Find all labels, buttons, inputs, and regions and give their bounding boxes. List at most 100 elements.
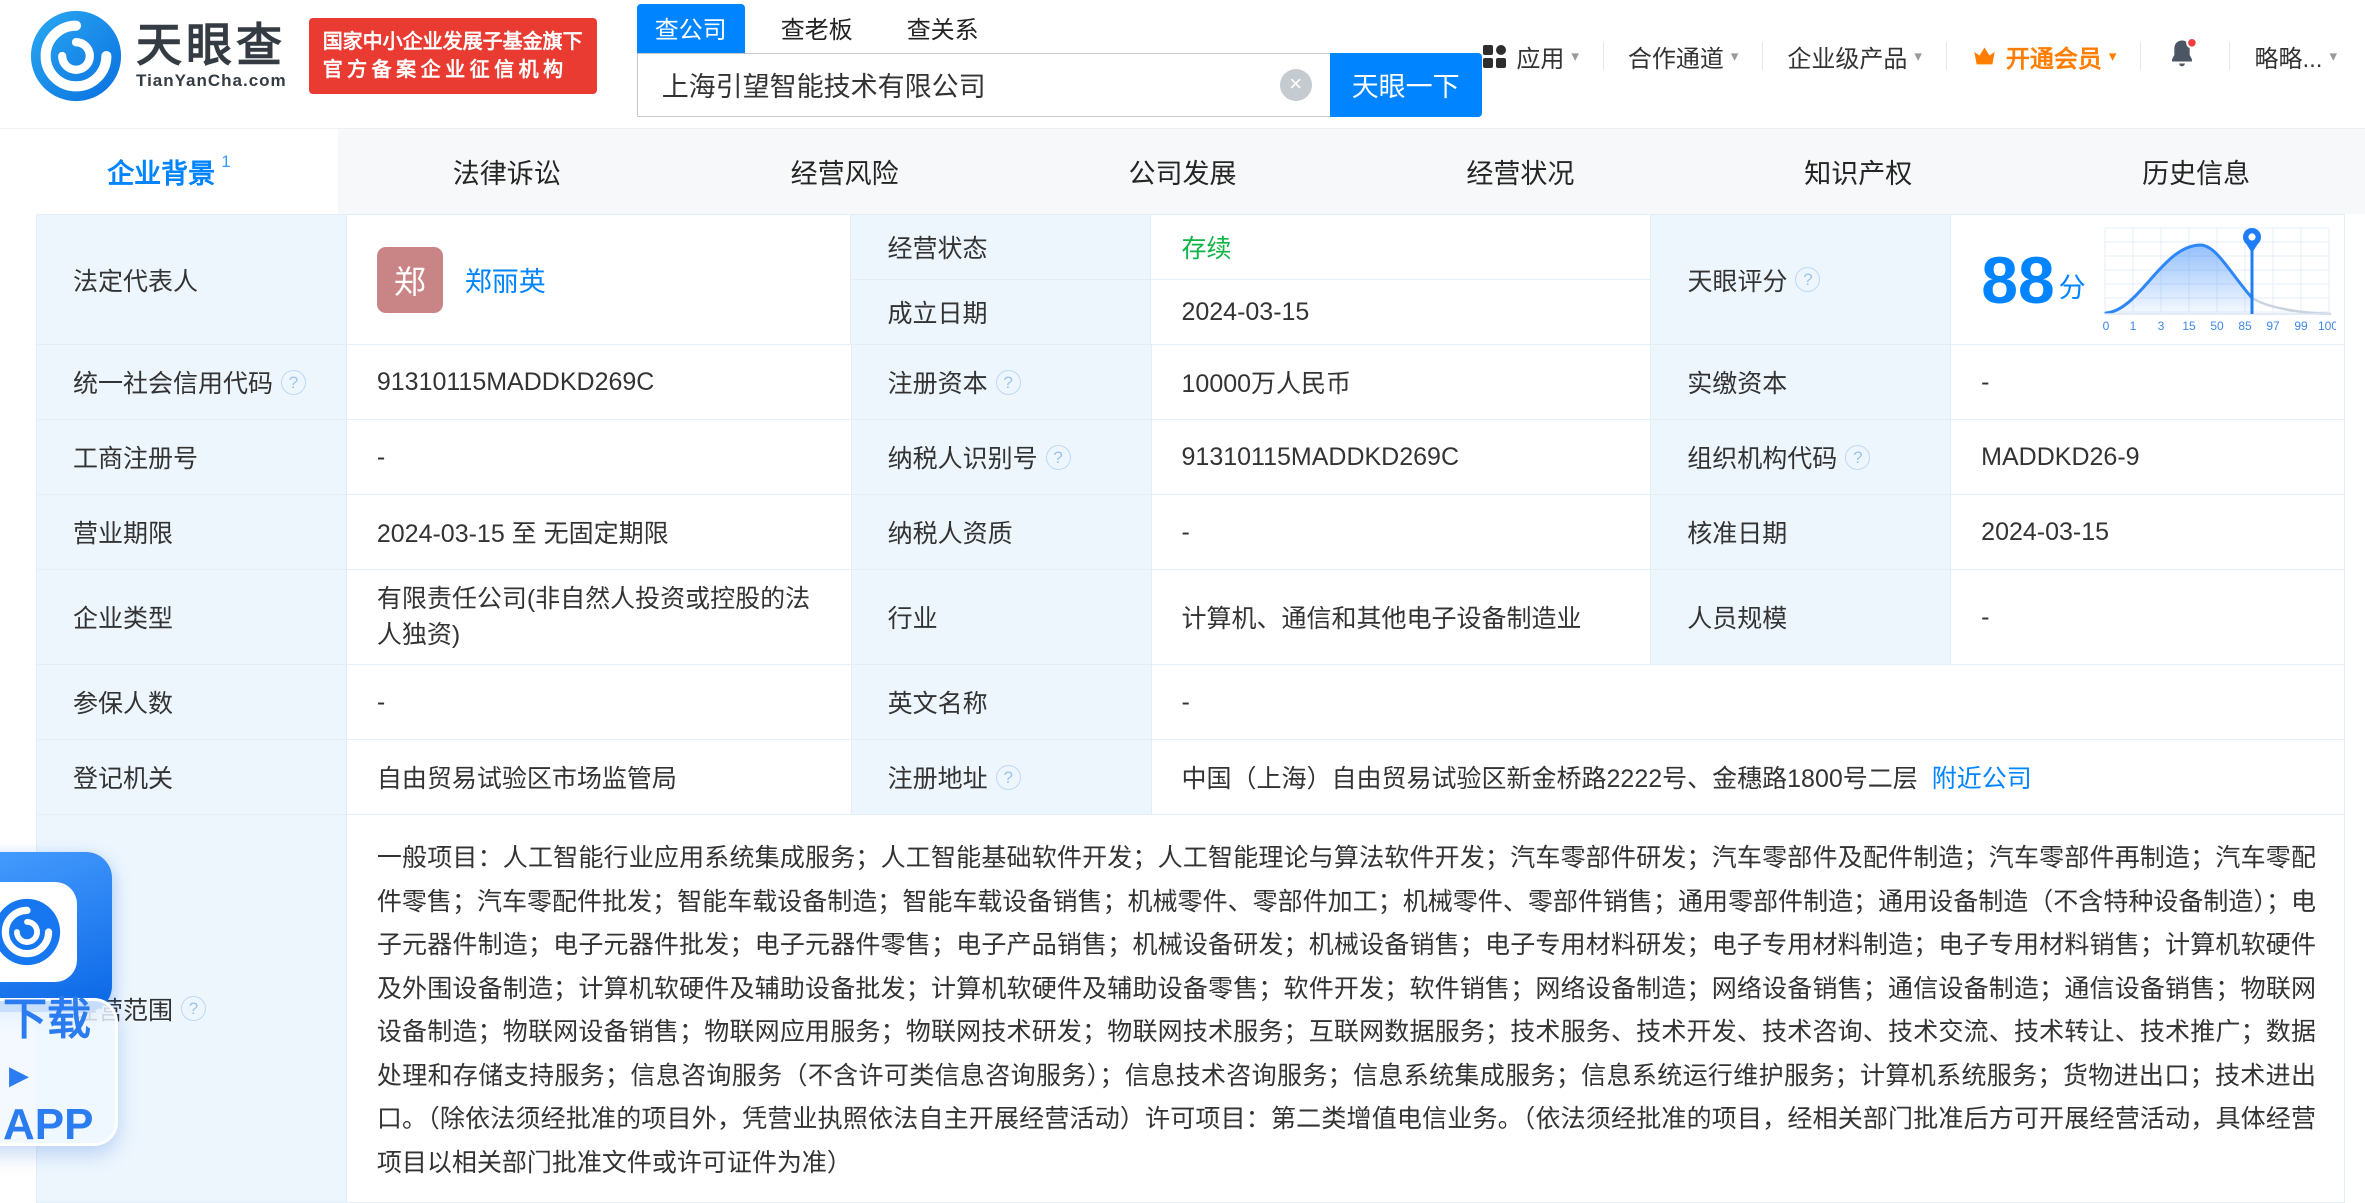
table-row: 登记机关 自由贸易试验区市场监管局 注册地址? 中国（上海）自由贸易试验区新金桥… [37,740,2345,815]
bell-icon [2172,36,2199,66]
legal-rep-label: 法定代表人 [37,215,347,345]
help-icon[interactable]: ? [281,369,307,395]
play-icon: ▶ [9,1059,29,1090]
tax-id-value: 91310115MADDKD269C [1151,420,1652,495]
score-distribution-chart: 0 1 3 15 50 85 97 99 100 [2103,227,2336,333]
status-value: 存续 [1151,215,1652,280]
app-text: APP [3,1099,94,1149]
svg-text:3: 3 [2158,319,2165,333]
brand-domain: TianYanCha.com [136,71,287,90]
nav-divider [2229,42,2231,70]
chevron-down-icon: ▾ [1730,48,1739,65]
address-value: 中国（上海）自由贸易试验区新金桥路2222号、金穗路1800号二层 附近公司 [1151,740,2345,815]
clear-search-icon[interactable]: × [1279,68,1312,101]
tab-background-label: 企业背景 [107,159,216,189]
reg-no-value: - [346,420,852,495]
score-label: 天眼评分? [1651,215,1952,345]
tab-operation[interactable]: 经营状况 [1351,129,1689,214]
search-tab-boss[interactable]: 查老板 [763,4,871,53]
tax-id-label: 纳税人识别号? [851,420,1152,495]
help-icon[interactable]: ? [1795,267,1821,292]
nav-user-menu[interactable]: 略略... ▾ [2254,39,2337,74]
nav-enterprise-label: 企业级产品 [1787,45,1908,73]
logo-text: 天眼查 TianYanCha.com [136,21,287,91]
nav-enterprise[interactable]: 企业级产品 ▾ [1787,39,1922,74]
table-row: 工商注册号 - 纳税人识别号? 91310115MADDKD269C 组织机构代… [37,420,2345,495]
table-row: 统一社会信用代码? 91310115MADDKD269C 注册资本? 10000… [37,345,2345,420]
chevron-down-icon: ▾ [2329,48,2337,65]
table-row: 经营范围? 一般项目：人工智能行业应用系统集成服务；人工智能基础软件开发；人工智… [37,815,2345,1203]
top-header: 天眼查 TianYanCha.com 国家中小企业发展子基金旗下 官方备案企业征… [0,0,2365,117]
search-tab-relation[interactable]: 查关系 [889,4,997,53]
help-icon[interactable]: ? [181,996,207,1021]
approval-label: 核准日期 [1651,495,1952,570]
scope-value: 一般项目：人工智能行业应用系统集成服务；人工智能基础软件开发；人工智能理论与算法… [346,815,2345,1203]
notifications-bell[interactable] [2165,36,2199,77]
score-value-cell: 88 分 0 1 3 15 50 85 97 99 100 [1951,215,2345,345]
tab-development[interactable]: 公司发展 [1014,129,1352,214]
tax-qual-label: 纳税人资质 [851,495,1152,570]
uscc-label: 统一社会信用代码? [37,345,347,420]
established-value: 2024-03-15 [1151,280,1652,345]
reg-no-label: 工商注册号 [37,420,347,495]
score-axis-ticks: 0 1 3 15 50 85 97 99 100 [2103,319,2336,333]
search-tab-company[interactable]: 查公司 [636,3,745,53]
search-input[interactable] [636,52,1330,117]
tab-background[interactable]: 企业背景 1 [0,129,338,214]
tab-ip[interactable]: 知识产权 [1689,129,2027,214]
avatar[interactable]: 郑 [376,246,443,313]
tianyancha-logo-icon [30,10,122,102]
insured-value: - [346,665,852,740]
search-button[interactable]: 天眼一下 [1329,52,1482,117]
nav-vip[interactable]: 开通会员 ▾ [1971,39,2117,74]
gov-certification-badge: 国家中小企业发展子基金旗下 官方备案企业征信机构 [308,18,597,94]
reg-capital-label: 注册资本? [851,345,1152,420]
app-plaque [0,852,112,1012]
table-row: 营业期限 2024-03-15 至 无固定期限 纳税人资质 - 核准日期 202… [37,495,2345,570]
tianyancha-logo[interactable]: 天眼查 TianYanCha.com [30,10,287,102]
nearby-companies-link[interactable]: 附近公司 [1932,759,2032,795]
nav-apps[interactable]: 应用 ▾ [1483,39,1579,74]
legal-rep-name-link[interactable]: 郑丽英 [465,260,546,299]
nav-cooperation-label: 合作通道 [1627,45,1724,73]
address-text: 中国（上海）自由贸易试验区新金桥路2222号、金穗路1800号二层 [1181,765,1918,793]
app-download-widget[interactable]: 下载 ▶ APP [0,852,120,1149]
insured-label: 参保人数 [37,665,347,740]
apps-grid-icon [1483,44,1507,68]
chevron-down-icon: ▾ [1914,48,1922,65]
chevron-down-icon: ▾ [2108,48,2117,65]
help-icon[interactable]: ? [995,764,1021,790]
crown-icon [1974,47,1995,64]
authority-label: 登记机关 [37,740,347,815]
download-text: 下载 [3,994,91,1044]
app-icon [0,882,77,982]
help-icon[interactable]: ? [1845,444,1871,470]
term-value: 2024-03-15 至 无固定期限 [346,495,852,570]
chevron-down-icon: ▾ [1571,48,1579,65]
top-nav: 应用 ▾ 合作通道 ▾ 企业级产品 ▾ 开通会员 ▾ 略略... ▾ [1483,36,2337,77]
svg-text:1: 1 [2130,319,2137,333]
svg-text:50: 50 [2210,319,2224,333]
company-type-value: 有限责任公司(非自然人投资或控股的法人独资) [346,570,852,665]
address-label: 注册地址? [851,740,1152,815]
reg-capital-value: 10000万人民币 [1151,345,1652,420]
svg-text:15: 15 [2182,319,2196,333]
staff-value: - [1951,570,2345,665]
tab-risk[interactable]: 经营风险 [676,129,1014,214]
nav-cooperation[interactable]: 合作通道 ▾ [1628,39,1739,74]
status-label: 经营状态 [851,215,1152,280]
tax-qual-value: - [1151,495,1652,570]
nav-divider [1945,42,1947,70]
badge-line2: 官方备案企业征信机构 [322,59,568,81]
tianyancha-app-logo-icon [0,898,61,966]
table-row: 企业类型 有限责任公司(非自然人投资或控股的法人独资) 行业 计算机、通信和其他… [37,570,2345,665]
tab-lawsuit[interactable]: 法律诉讼 [338,129,676,214]
industry-label: 行业 [851,570,1152,665]
download-app-badge: 下载 ▶ APP [0,994,118,1149]
authority-value: 自由贸易试验区市场监管局 [346,740,852,815]
org-code-label: 组织机构代码? [1651,420,1952,495]
help-icon[interactable]: ? [995,369,1021,395]
tab-history[interactable]: 历史信息 [2027,129,2365,214]
help-icon[interactable]: ? [1045,444,1071,470]
tianyan-score: 88 分 [1981,242,2086,317]
